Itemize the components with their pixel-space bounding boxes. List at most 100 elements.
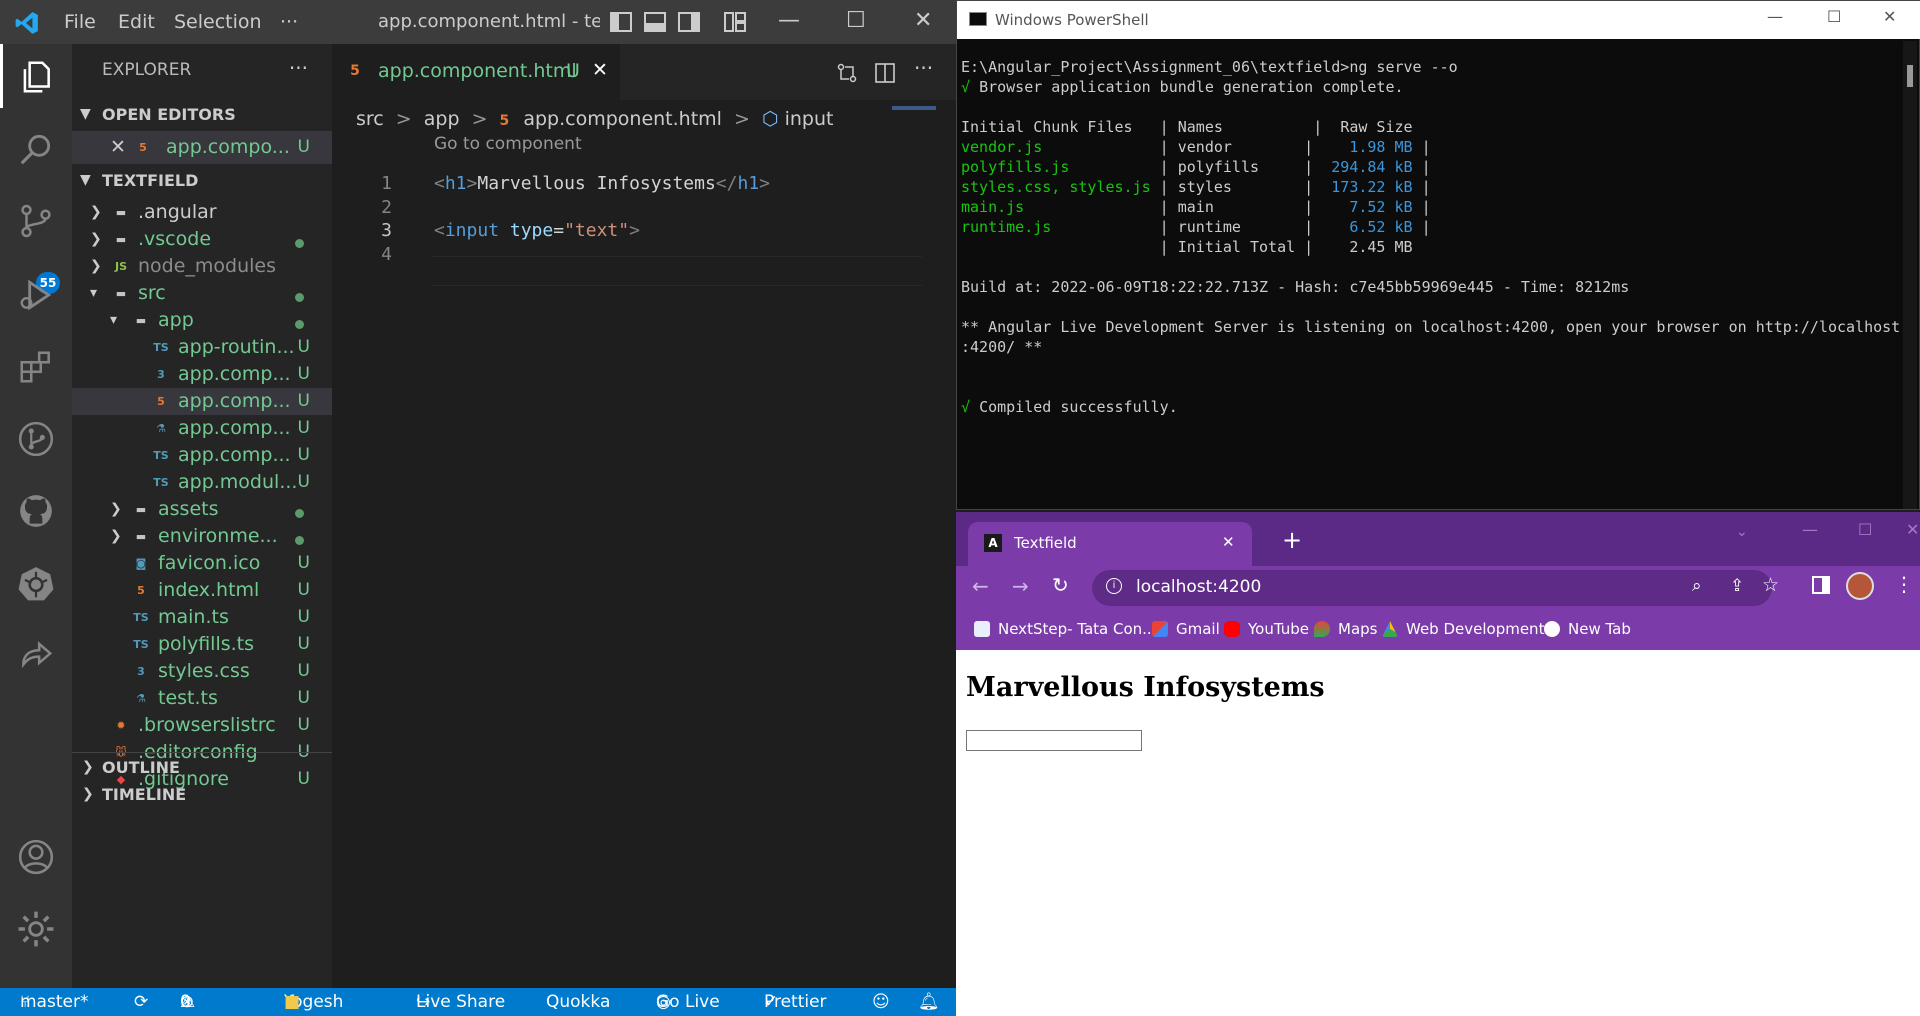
tree-item[interactable]: 3 styles.css U [72, 658, 332, 685]
maximize-button[interactable]: ☐ [846, 8, 866, 33]
editor-more-icon[interactable]: ··· [914, 56, 933, 80]
terminal-scrollbar[interactable] [1903, 41, 1917, 509]
github-icon[interactable] [17, 492, 55, 530]
quokka-item[interactable]: Quokka [546, 988, 610, 1016]
tree-item[interactable]: ❯ ▬ .angular [72, 199, 332, 226]
close-editor-icon[interactable]: ✕ [110, 131, 126, 164]
ps-maximize-button[interactable]: ☐ [1827, 7, 1841, 26]
chrome-minimize-button[interactable]: — [1802, 520, 1818, 539]
bookmark-gmail[interactable]: Gmail [1152, 620, 1220, 638]
timeline-section[interactable]: ❯ TIMELINE [72, 778, 332, 811]
menu-edit[interactable]: Edit [118, 11, 155, 33]
feedback-icon[interactable]: ☺ [872, 988, 890, 1016]
menu-file[interactable]: File [64, 11, 96, 33]
tree-item[interactable]: 5 app.comp... U [72, 388, 332, 415]
tree-item[interactable]: 3 app.comp... U [72, 361, 332, 388]
code-line[interactable]: 4 [332, 241, 956, 269]
tree-item[interactable]: ◙ favicon.ico U [72, 550, 332, 577]
bookmark-nextstep[interactable]: NextStep- Tata Con... [974, 620, 1156, 638]
run-debug-icon[interactable] [17, 276, 55, 314]
browser-tab[interactable]: A Textfield ✕ [968, 522, 1252, 566]
bookmark-star-icon[interactable]: ☆ [1762, 574, 1779, 596]
tab-close-icon[interactable]: ✕ [1222, 533, 1235, 551]
share-icon[interactable]: ⇪ [1730, 576, 1744, 596]
extensions-icon[interactable] [17, 348, 55, 386]
tree-item[interactable]: TS main.ts U [72, 604, 332, 631]
tree-item[interactable]: ✹ .browserslistrc U [72, 712, 332, 739]
toggle-secondary-sidebar-icon[interactable] [678, 12, 700, 32]
textfield-folder-section[interactable]: ▼ TEXTFIELD [72, 164, 332, 197]
chrome-close-button[interactable]: ✕ [1906, 520, 1919, 539]
bookmark-youtube[interactable]: YouTube [1224, 620, 1309, 638]
info-icon[interactable]: i [1106, 578, 1122, 594]
open-editors-section[interactable]: ▼ OPEN EDITORS [72, 98, 332, 131]
tree-item[interactable]: TS app.modul... U [72, 469, 332, 496]
tree-item[interactable]: ⚗ test.ts U [72, 685, 332, 712]
editor-tab[interactable]: 5 app.component.html U ✕ [332, 44, 620, 100]
split-editor-icon[interactable] [874, 62, 896, 84]
zoom-icon[interactable]: ⌕ [1692, 576, 1702, 596]
breadcrumb-symbol[interactable]: input [785, 108, 834, 130]
bell-icon[interactable]: 🔔︎ [918, 988, 940, 1016]
git-graph-icon[interactable] [17, 420, 55, 458]
open-editor-item[interactable]: ✕ 5 app.compo... U [72, 131, 332, 164]
chrome-menu-icon[interactable]: ⋮ [1894, 572, 1914, 596]
toggle-panel-icon[interactable] [644, 12, 666, 32]
nextstep-icon [974, 621, 990, 637]
go-to-component-codelens[interactable]: Go to component [434, 134, 582, 154]
accounts-icon[interactable] [17, 838, 55, 876]
new-tab-button[interactable]: + [1282, 526, 1302, 554]
text-input[interactable] [966, 730, 1142, 751]
forward-icon[interactable]: → [1012, 574, 1029, 598]
source-control-icon[interactable] [17, 202, 55, 240]
menu-selection[interactable]: Selection [174, 11, 262, 33]
chrome-maximize-button[interactable]: ☐ [1858, 520, 1872, 539]
breadcrumb-file[interactable]: app.component.html [523, 108, 722, 130]
ps-minimize-button[interactable]: — [1767, 7, 1783, 26]
profile-avatar[interactable] [1846, 572, 1874, 600]
search-icon[interactable] [17, 130, 55, 168]
kubernetes-icon[interactable] [17, 564, 55, 602]
breadcrumb-app[interactable]: app [424, 108, 460, 130]
tree-item[interactable]: TS app.comp... U [72, 442, 332, 469]
code-token: h1 [444, 173, 467, 194]
tree-item[interactable]: TS app-routin... U [72, 334, 332, 361]
explorer-more-button[interactable]: ··· [289, 56, 308, 80]
compare-changes-icon[interactable] [836, 62, 858, 84]
command-line: E:\Angular_Project\Assignment_06\textfie… [961, 58, 1458, 76]
tree-item[interactable]: ⚗ app.comp... U [72, 415, 332, 442]
explorer-icon[interactable] [17, 58, 55, 96]
tab-close-icon[interactable]: ✕ [592, 59, 608, 81]
tree-item[interactable]: ❯ ▬ assets [72, 496, 332, 523]
minimize-button[interactable]: — [778, 8, 800, 33]
url-text[interactable]: localhost:4200 [1136, 577, 1261, 597]
ps-close-button[interactable]: ✕ [1883, 7, 1896, 26]
tree-item[interactable]: ▾ ▬ src [72, 280, 332, 307]
settings-gear-icon[interactable] [17, 910, 55, 948]
tree-item[interactable]: TS polyfills.ts U [72, 631, 332, 658]
close-button[interactable]: ✕ [914, 8, 932, 33]
tree-item[interactable]: 5 index.html U [72, 577, 332, 604]
back-icon[interactable]: ← [972, 574, 989, 598]
bookmark-maps[interactable]: Maps [1314, 620, 1377, 638]
bookmark-web-development[interactable]: Web Development... [1382, 620, 1559, 638]
toggle-sidebar-icon[interactable] [610, 12, 632, 32]
chevron-right-icon: ❯ [90, 231, 102, 247]
live-share-icon[interactable] [17, 636, 55, 674]
customize-layout-icon[interactable] [724, 12, 746, 32]
tree-item-label: app.comp... [178, 363, 291, 385]
tab-search-icon[interactable]: ⌄ [1736, 524, 1748, 540]
terminal-output[interactable]: E:\Angular_Project\Assignment_06\textfie… [961, 57, 1900, 417]
side-panel-icon[interactable] [1812, 576, 1830, 594]
sync-icon[interactable]: ⟳ [134, 988, 148, 1016]
tree-item[interactable]: ❯ ▬ environme... [72, 523, 332, 550]
bookmark-new-tab[interactable]: New Tab [1544, 620, 1631, 638]
address-bar[interactable]: i localhost:4200 ⌕ ⇪ ☆ [1092, 570, 1779, 606]
menu-more[interactable]: ··· [280, 11, 298, 33]
minimap[interactable] [892, 106, 936, 110]
tree-item[interactable]: ❯ JS node_modules [72, 253, 332, 280]
breadcrumb-src[interactable]: src [356, 108, 384, 130]
reload-icon[interactable]: ↻ [1052, 573, 1069, 597]
tree-item[interactable]: ▾ ▬ app [72, 307, 332, 334]
tree-item[interactable]: ❯ ▬ .vscode [72, 226, 332, 253]
